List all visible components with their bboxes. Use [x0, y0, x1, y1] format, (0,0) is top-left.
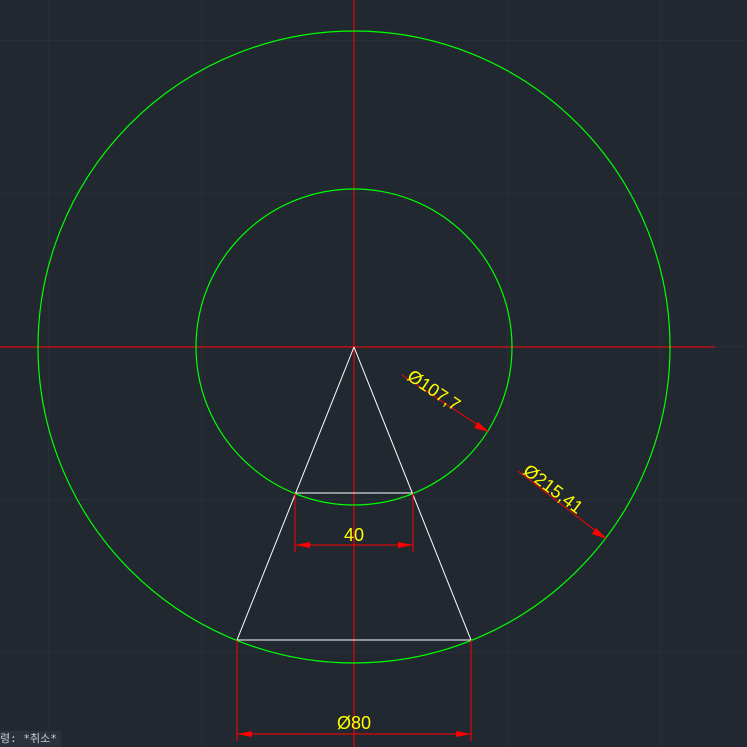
command-line-status: 령: *취소* — [0, 731, 61, 747]
drawing-canvas[interactable]: 40 Ø80 Ø107,7 Ø215,41 — [0, 0, 747, 747]
chord-dim-text: 40 — [344, 525, 364, 545]
base-dim-text: Ø80 — [337, 713, 371, 733]
grid — [0, 0, 747, 747]
